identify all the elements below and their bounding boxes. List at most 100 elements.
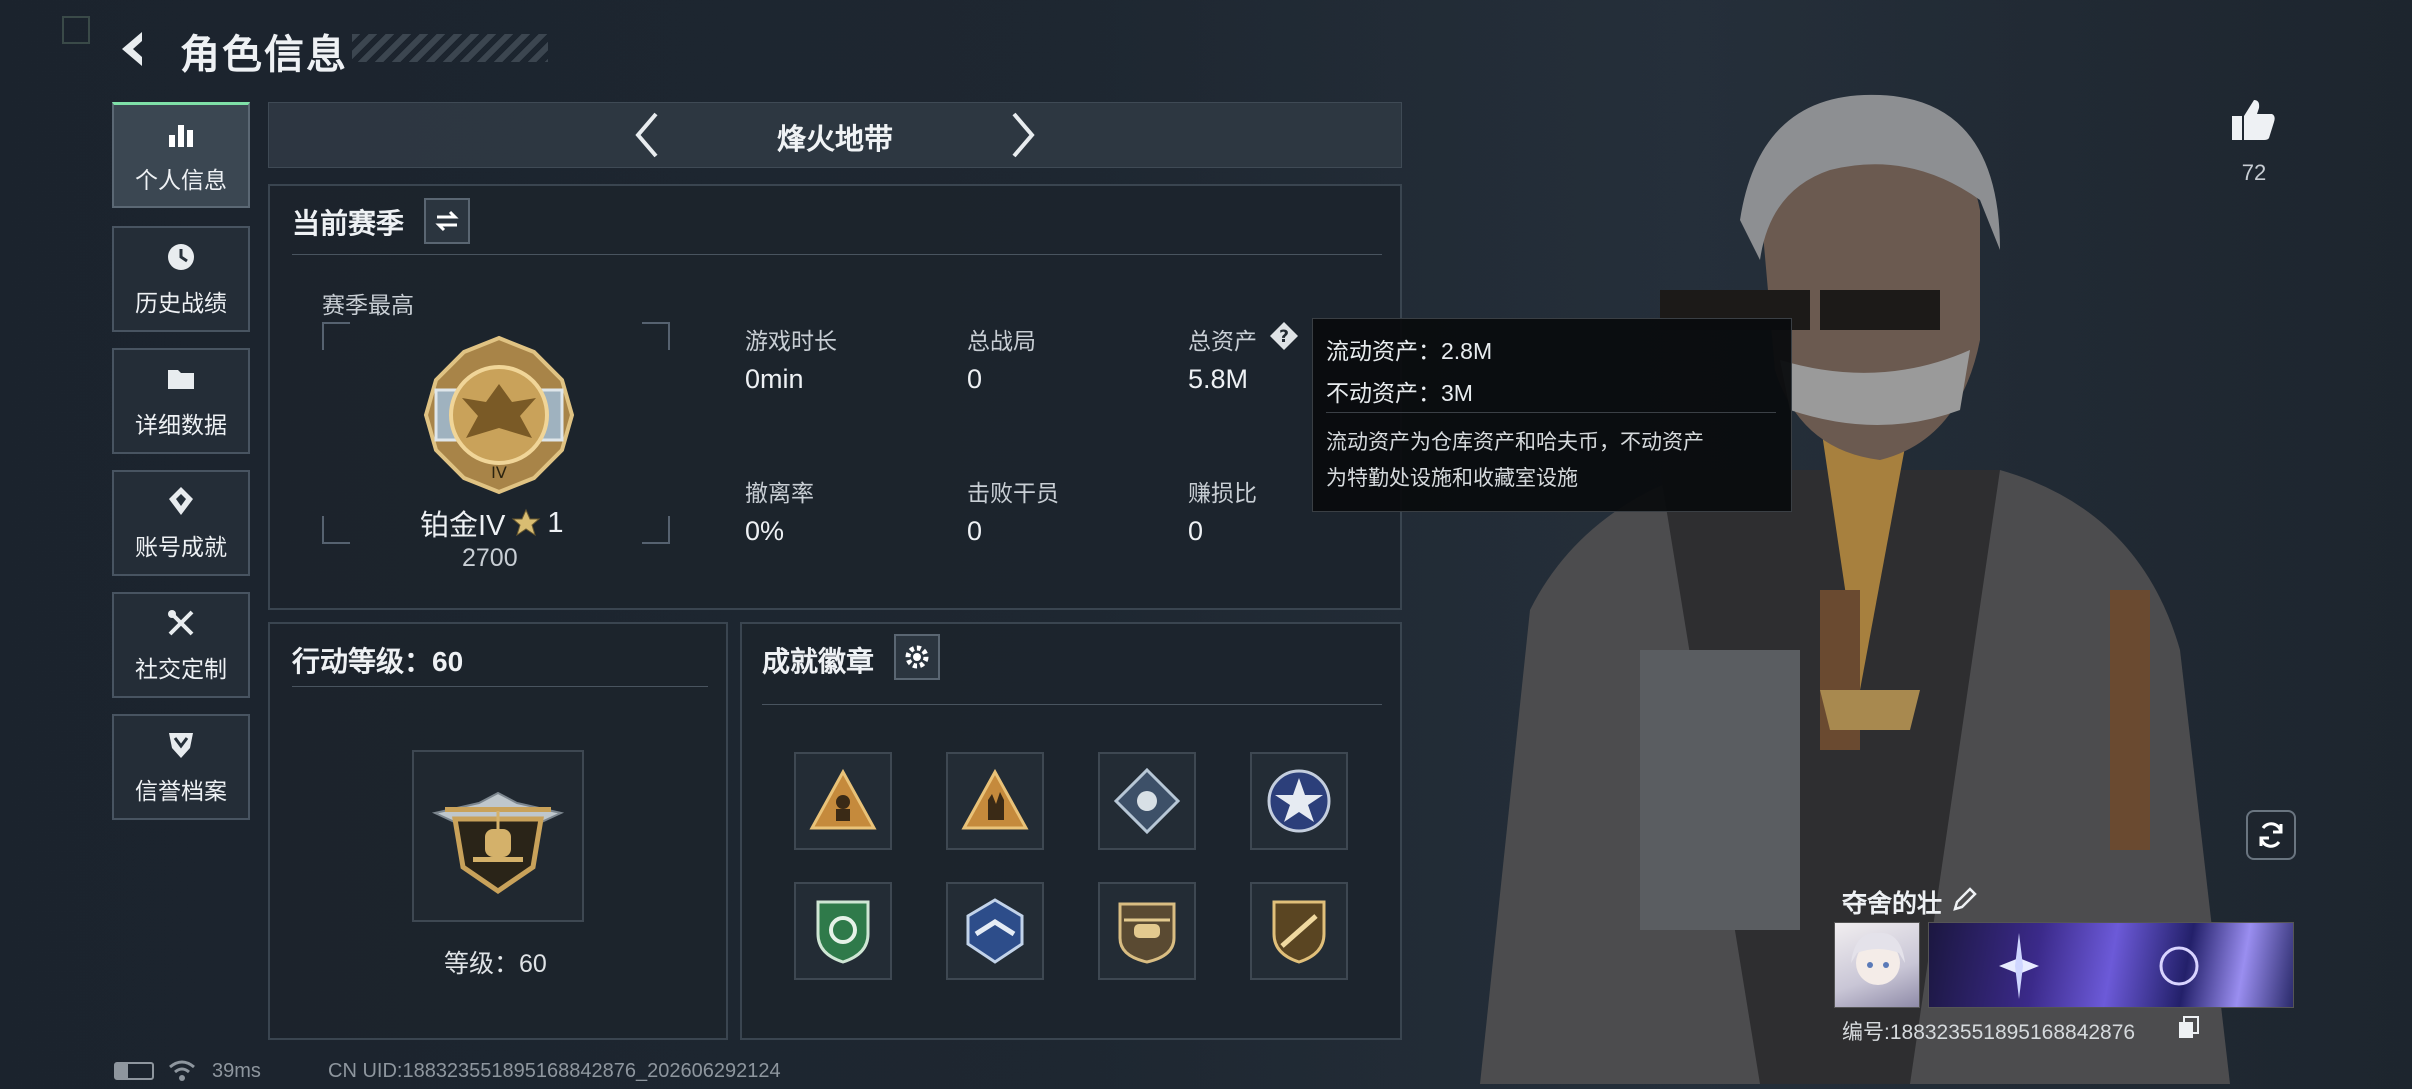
achievement-badge[interactable] — [1098, 882, 1196, 980]
battery-icon — [114, 1062, 154, 1080]
svg-text:IV: IV — [491, 463, 507, 482]
achievement-badge[interactable] — [946, 752, 1044, 850]
frame-corner — [642, 322, 670, 350]
rank-points: 2700 — [462, 544, 518, 572]
rank-name-row: 铂金IV 1 — [420, 502, 564, 544]
wifi-icon — [169, 1060, 195, 1081]
blue-star-badge-icon — [1267, 769, 1331, 833]
blue-wings-badge-icon — [966, 898, 1024, 964]
edit-name-button[interactable] — [1950, 884, 1980, 914]
tooltip-description: 流动资产为仓库资产和哈夫币，不动资产 — [1326, 431, 1704, 454]
tooltip-divider — [1326, 412, 1776, 413]
platinum-eagle-emblem-icon: IV — [423, 335, 575, 495]
level-text: 等级：60 — [444, 950, 547, 978]
tooltip-fixed-assets: 不动资产：3M — [1326, 380, 1473, 406]
achievement-icon — [169, 487, 193, 515]
star-icon — [512, 508, 541, 537]
nav-item-label: 信誉档案 — [135, 778, 227, 804]
level-emblem-frame — [412, 750, 584, 922]
player-name: 夺舍的壮 — [1842, 890, 1943, 918]
diamond-tactics-badge-icon — [1113, 767, 1181, 835]
stat-label: 撤离率 — [745, 480, 814, 506]
tools-icon — [168, 610, 194, 636]
nav-item-label: 社交定制 — [135, 656, 227, 682]
triangle-hand-badge-icon — [961, 768, 1029, 830]
stat-label: 总资产 — [1188, 328, 1257, 354]
help-diamond-icon: ? — [1270, 322, 1298, 350]
rank-emblem: IV — [416, 332, 582, 498]
banner-star-burst-icon — [1999, 933, 2199, 999]
asset-help-button[interactable]: ? — [1268, 320, 1300, 352]
rank-name: 铂金IV — [420, 510, 506, 542]
season-title: 当前赛季 — [292, 208, 405, 239]
achievement-badge[interactable] — [946, 882, 1044, 980]
next-mode-button[interactable] — [1000, 108, 1044, 162]
history-icon — [168, 244, 194, 270]
nav-item-label: 详细数据 — [135, 412, 227, 438]
achievements-title: 成就徽章 — [762, 646, 875, 677]
nav-item-personal-info[interactable]: 个人信息 — [112, 102, 250, 208]
chevron-right-icon — [1012, 112, 1035, 158]
rotate-view-button[interactable] — [2246, 810, 2296, 860]
swap-icon — [435, 210, 459, 232]
action-level-divider — [292, 686, 708, 687]
gear-icon — [905, 645, 929, 669]
refresh-icon — [2259, 822, 2283, 848]
rifle-shield-badge-icon — [1272, 900, 1326, 964]
page-title: 角色信息 — [180, 33, 348, 77]
achievement-badge[interactable] — [794, 882, 892, 980]
stat-value: 0% — [745, 516, 785, 546]
stat-value: 0 — [967, 516, 983, 546]
stat-value: 0 — [1188, 516, 1204, 546]
badge-settings-button[interactable] — [894, 634, 940, 680]
corner-marker — [62, 16, 90, 44]
player-banner[interactable] — [1928, 922, 2294, 1008]
thumbs-up-icon — [2232, 100, 2275, 140]
tooltip-description: 为特勤处设施和收藏室设施 — [1326, 467, 1578, 490]
season-divider — [292, 254, 1382, 255]
like-count: 72 — [2241, 160, 2267, 185]
mode-label: 烽火地带 — [776, 124, 893, 156]
frame-corner — [322, 322, 350, 350]
back-button[interactable] — [112, 26, 158, 72]
nav-item-history[interactable]: 历史战绩 — [112, 226, 250, 332]
stat-value: 0min — [745, 364, 804, 394]
uid-text: CN UID:1883235518951688428​76_2026062921… — [328, 1060, 781, 1082]
prev-mode-button[interactable] — [626, 108, 670, 162]
shield-icon — [169, 733, 193, 758]
copy-icon — [2179, 1016, 2199, 1038]
copy-id-button[interactable] — [2176, 1014, 2202, 1040]
folder-icon — [168, 370, 194, 389]
green-shield-badge-icon — [816, 900, 870, 964]
achievement-badge[interactable] — [1250, 882, 1348, 980]
rank-stars: 1 — [547, 506, 564, 539]
chevron-left-icon — [635, 112, 658, 158]
achievement-badge[interactable] — [794, 752, 892, 850]
nav-item-achievements[interactable]: 账号成就 — [112, 470, 250, 576]
bar-chart-icon — [169, 124, 193, 147]
player-avatar[interactable] — [1834, 922, 1920, 1008]
stat-label: 游戏时长 — [745, 328, 837, 354]
frame-corner — [642, 516, 670, 544]
nav-item-reputation[interactable]: 信誉档案 — [112, 714, 250, 820]
achievement-badge[interactable] — [1250, 752, 1348, 850]
like-button[interactable] — [2228, 96, 2278, 146]
nav-item-social[interactable]: 社交定制 — [112, 592, 250, 698]
action-level-title: 行动等级：60 — [292, 646, 464, 677]
title-hatch-decoration — [352, 34, 548, 62]
stat-label: 赚损比 — [1188, 480, 1257, 506]
stat-label: 总战局 — [967, 328, 1036, 354]
player-id: 编号:1883235518951688428​76 — [1842, 1021, 2136, 1044]
nav-item-label: 历史战绩 — [135, 290, 227, 316]
nav-item-detail-data[interactable]: 详细数据 — [112, 348, 250, 454]
achievement-badge[interactable] — [1098, 752, 1196, 850]
anime-avatar-icon — [1851, 932, 1905, 985]
achievements-divider — [762, 704, 1382, 705]
nav-item-label: 账号成就 — [135, 534, 227, 560]
frame-corner — [322, 516, 350, 544]
season-switch-button[interactable] — [424, 198, 470, 244]
stat-value: 5.8M — [1188, 364, 1249, 394]
season-best-label: 赛季最高 — [322, 292, 414, 318]
pencil-icon — [1953, 887, 1977, 911]
back-arrow-icon — [122, 32, 142, 66]
